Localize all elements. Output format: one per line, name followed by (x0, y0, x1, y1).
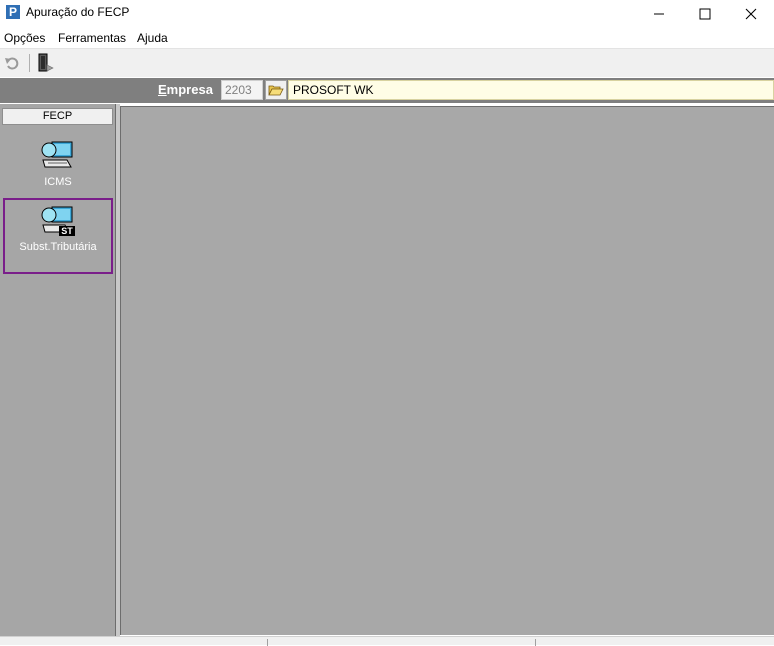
menu-ajuda[interactable]: Ajuda (137, 31, 168, 45)
company-browse-button[interactable] (265, 80, 287, 100)
exit-button[interactable] (34, 52, 56, 74)
company-label-rest: mpresa (166, 82, 213, 97)
company-name-field: PROSOFT WK (288, 80, 774, 100)
menu-opcoes[interactable]: Opções (4, 31, 45, 45)
main-workspace (120, 106, 774, 635)
maximize-icon (699, 8, 711, 19)
menu-ferramentas[interactable]: Ferramentas (58, 31, 126, 45)
undo-icon (5, 57, 19, 70)
status-bar (0, 636, 774, 646)
module-icms-label: ICMS (44, 176, 72, 188)
company-code-field[interactable]: 2203 (221, 80, 263, 100)
sidebar-header-fecp[interactable]: FECP (2, 108, 113, 125)
company-label-accesskey: E (158, 82, 167, 97)
close-icon (745, 8, 757, 19)
minimize-button[interactable] (636, 0, 682, 27)
app-icon: P (6, 5, 20, 19)
undo-button[interactable] (1, 52, 23, 74)
company-label: Empresa (158, 82, 213, 97)
company-bar: Empresa 2203 PROSOFT WK (0, 78, 774, 103)
close-button[interactable] (728, 0, 774, 27)
toolbar-separator (29, 54, 30, 72)
module-icms[interactable]: ICMS (3, 138, 113, 194)
st-badge: ST (61, 226, 73, 236)
minimize-icon (654, 13, 664, 14)
window-title: Apuração do FECP (26, 5, 130, 19)
exit-door-icon (38, 53, 54, 72)
menu-bar: Opções Ferramentas Ajuda (0, 28, 774, 48)
icms-computer-icon (41, 141, 73, 168)
toolbar (0, 49, 774, 77)
module-subst-tributaria[interactable]: ST Subst.Tributária (3, 198, 113, 274)
maximize-button[interactable] (682, 0, 728, 27)
module-subst-tributaria-label: Subst.Tributária (19, 241, 97, 253)
title-bar: P Apuração do FECP (0, 0, 774, 27)
folder-open-icon (268, 85, 284, 96)
